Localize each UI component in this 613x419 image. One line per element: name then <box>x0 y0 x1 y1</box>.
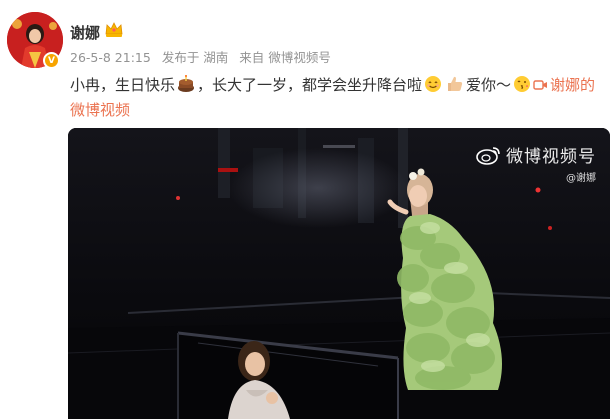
verified-badge-icon: V <box>43 52 60 69</box>
post-text-part-2: ，长大了一岁，都学会坐升降台啦 <box>197 76 423 94</box>
thumbs-up-emoji <box>448 76 463 91</box>
watermark-text: 微博视频号 <box>506 147 596 167</box>
post-meta: 26-5-8 21:15 发布于 湖南 来自 微博视频号 <box>70 47 338 66</box>
watermark-handle: @谢娜 <box>566 173 596 184</box>
post-text: 小冉，生日快乐 ，长大了一岁，都学会坐升降台啦 爱你～ 谢娜的微博视频 <box>70 73 610 123</box>
video-watermark: 微博视频号 @谢娜 <box>476 142 596 184</box>
weibo-logo-icon <box>476 146 500 165</box>
video-player[interactable]: 微博视频号 @谢娜 <box>68 128 610 419</box>
post-location: 发布于 湖南 <box>161 50 229 65</box>
smile-emoji <box>425 76 442 92</box>
kiss-emoji <box>514 76 531 92</box>
username[interactable]: 谢娜 <box>70 22 100 43</box>
cake-emoji <box>178 75 195 92</box>
crown-icon[interactable] <box>104 20 124 38</box>
video-camera-icon <box>533 80 548 90</box>
post-text-part-3: 爱你～ <box>466 76 512 94</box>
source-prefix: 来自 <box>239 50 265 65</box>
post-source-link[interactable]: 微博视频号 <box>268 50 331 65</box>
post-timestamp[interactable]: 26-5-8 21:15 <box>70 50 151 65</box>
post-text-part-1: 小冉，生日快乐 <box>70 76 176 94</box>
